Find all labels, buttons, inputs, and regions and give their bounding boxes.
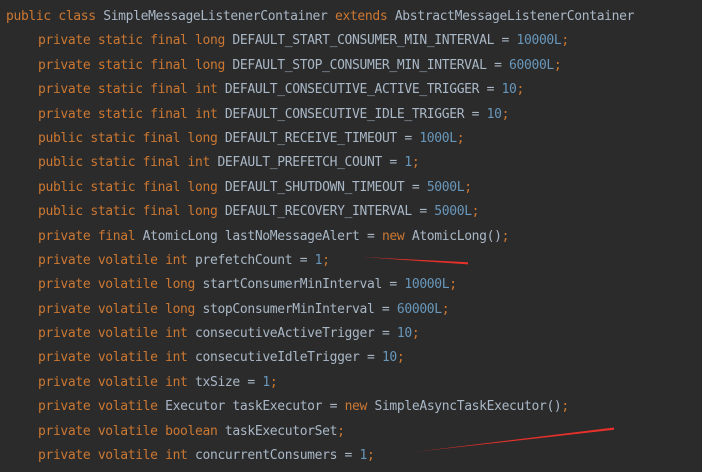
field-declaration: DEFAULT_RECOVERY_INTERVAL = [217,204,435,220]
field-declaration: Executor taskExecutor = [157,399,345,415]
constructor-call: SimpleAsyncTaskExecutor() [367,399,562,415]
code-line-prefetch-count: private volatile int prefetchCount = 1; [0,249,702,273]
modifiers: public static final long [38,179,218,195]
code-line-task-executor: private volatile Executor taskExecutor =… [0,395,702,419]
number-literal: 1000L [419,130,457,146]
code-line-start-consumer-min-interval: private volatile long startConsumerMinIn… [0,273,702,297]
semicolon: ; [441,301,450,317]
modifiers: private volatile int [38,448,188,464]
code-line-default-consecutive-idle-trigger: private static final int DEFAULT_CONSECU… [0,103,702,127]
modifiers: private static final long [38,57,225,73]
semicolon: ; [464,179,472,195]
code-line-concurrent-consumers: private volatile int concurrentConsumers… [0,444,702,468]
parent-class-name: AbstractMessageListenerContainer [387,9,635,24]
field-declaration: DEFAULT_SHUTDOWN_TIMEOUT = [217,179,427,195]
modifiers: private volatile long [38,277,196,293]
code-line-default-start-consumer-min-interval: private static final long DEFAULT_START_… [0,29,702,53]
modifiers: public static final long [38,130,218,146]
code-line-task-executor-set: private volatile boolean taskExecutorSet… [0,420,702,444]
semicolon: ; [269,374,278,390]
number-literal: 60000L [396,301,442,317]
semicolon: ; [561,399,569,415]
code-block: public class SimpleMessageListenerContai… [0,5,702,468]
field-declaration: DEFAULT_RECEIVE_TIMEOUT = [217,130,420,146]
semicolon: ; [501,106,510,122]
modifiers: private volatile int [38,374,188,390]
number-literal: 10 [486,106,502,122]
field-declaration: consecutiveActiveTrigger = [187,326,397,342]
semicolon: ; [337,423,345,439]
code-line-default-prefetch-count: public static final int DEFAULT_PREFETCH… [0,151,702,175]
modifiers: private static final int [38,106,218,122]
field-declaration: taskExecutorSet [217,423,338,439]
code-line-last-no-message-alert: private final AtomicLong lastNoMessageAl… [0,225,702,249]
number-literal: 5000L [434,204,472,220]
modifiers: private final [38,228,136,244]
modifiers: private volatile int [38,350,188,366]
constructor-call: AtomicLong() [404,228,502,244]
field-declaration: prefetchCount = [187,252,315,268]
semicolon: ; [396,350,405,366]
code-line-default-stop-consumer-min-interval: private static final long DEFAULT_STOP_C… [0,54,702,78]
modifiers: private volatile boolean [38,423,218,439]
number-literal: 1 [404,155,412,171]
number-literal: 10 [396,326,412,342]
code-line-consecutive-active-trigger: private volatile int consecutiveActiveTr… [0,322,702,346]
new-keyword: new [381,228,405,244]
class-name: SimpleMessageListenerContainer [95,9,335,24]
field-declaration: concurrentConsumers = [187,448,360,464]
modifiers: private static final long [38,33,225,49]
semicolon: ; [322,252,330,268]
semicolon: ; [553,57,562,73]
number-literal: 10000L [516,33,562,49]
code-line-default-consecutive-active-trigger: private static final int DEFAULT_CONSECU… [0,78,702,102]
field-declaration: consecutiveIdleTrigger = [187,350,382,366]
semicolon: ; [449,277,457,293]
field-declaration: txSize = [187,374,263,390]
code-line-tx-size: private volatile int txSize = 1; [0,371,702,395]
semicolon: ; [456,130,465,146]
number-literal: 10 [501,82,517,98]
new-keyword: new [344,399,368,415]
number-literal: 10000L [404,277,450,293]
modifiers: private volatile long [38,301,196,317]
code-line-default-shutdown-timeout: public static final long DEFAULT_SHUTDOW… [0,176,702,200]
field-declaration: AtomicLong lastNoMessageAlert = [135,228,382,244]
modifiers: private volatile [38,399,158,415]
field-declaration: DEFAULT_PREFETCH_COUNT = [209,155,405,171]
modifiers: private volatile int [38,326,188,342]
modifiers: private static final int [38,82,218,98]
semicolon: ; [516,82,525,98]
number-literal: 1 [359,448,368,464]
semicolon: ; [501,228,510,244]
class-declaration-line: public class SimpleMessageListenerContai… [0,5,702,29]
number-literal: 60000L [509,57,554,73]
semicolon: ; [411,326,420,342]
semicolon: ; [367,448,375,464]
field-declaration: DEFAULT_CONSECUTIVE_ACTIVE_TRIGGER = [217,82,502,98]
code-line-default-recovery-interval: public static final long DEFAULT_RECOVER… [0,200,702,224]
field-declaration: DEFAULT_STOP_CONSUMER_MIN_INTERVAL = [224,57,510,73]
field-declaration: DEFAULT_CONSECUTIVE_IDLE_TRIGGER = [217,106,487,122]
field-declaration: DEFAULT_START_CONSUMER_MIN_INTERVAL = [224,33,517,49]
code-line-stop-consumer-min-interval: private volatile long stopConsumerMinInt… [0,298,702,322]
semicolon: ; [471,204,480,220]
field-declaration: stopConsumerMinInterval = [195,301,397,317]
number-literal: 10 [381,350,397,366]
number-literal: 5000L [426,179,465,195]
modifiers: public static final int [38,155,210,171]
code-line-default-receive-timeout: public static final long DEFAULT_RECEIVE… [0,127,702,151]
code-editor: public class SimpleMessageListenerContai… [0,0,702,472]
keyword: public class [6,9,96,24]
code-line-consecutive-idle-trigger: private volatile int consecutiveIdleTrig… [0,346,702,370]
semicolon: ; [411,155,420,171]
field-declaration: startConsumerMinInterval = [195,277,405,293]
modifiers: private volatile int [38,252,188,268]
keyword: extends [335,9,388,24]
number-literal: 1 [262,374,270,390]
semicolon: ; [561,33,569,49]
modifiers: public static final long [38,204,218,220]
